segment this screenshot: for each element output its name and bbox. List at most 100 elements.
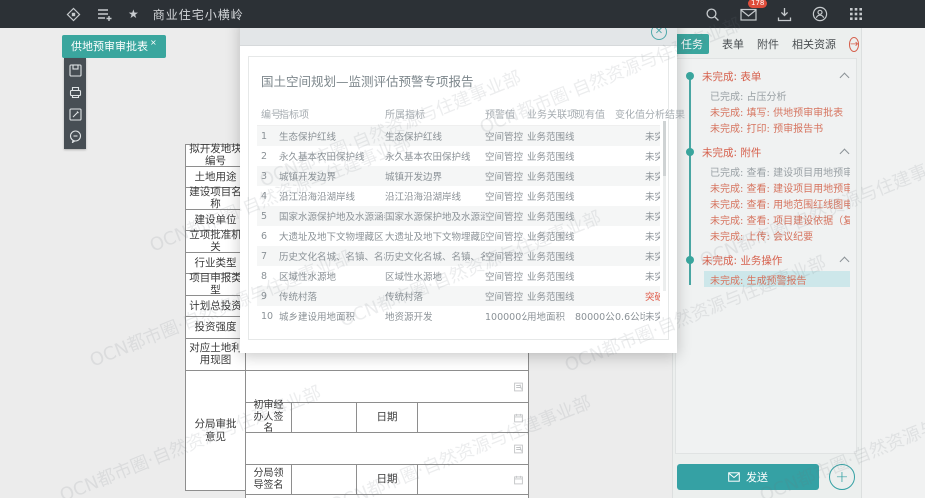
task-group-header[interactable]: 未完成: 附件 — [702, 145, 848, 159]
form-label-cell: 土地用途 — [185, 166, 246, 189]
apps-grid-icon[interactable] — [847, 5, 865, 23]
task-group-title: 未完成: 表单 — [702, 69, 761, 84]
task-item[interactable]: 未完成: 查看: 建设项目用地预审申请报... — [710, 179, 850, 195]
table-row[interactable]: 5国家水源保护地及水源涵养区国家水源保护地及水源涵养区空间管控业务范围线未突破 — [257, 206, 660, 226]
table-cell: 5 — [257, 211, 279, 222]
form-opinion-cell[interactable] — [245, 432, 529, 465]
favorite-star-icon[interactable]: ★ — [128, 7, 139, 21]
search-icon[interactable] — [703, 5, 721, 23]
app-window: ★ 商业住宅小横岭 178 — [0, 0, 925, 498]
task-item[interactable]: 未完成: 打印: 预审报告书 — [710, 119, 850, 135]
table-cell: 空间管控 — [485, 249, 527, 263]
task-item[interactable]: 未完成: 查看: 用地范围红线图电子光盘 — [710, 195, 850, 211]
table-cell: 城镇开发边界 — [385, 169, 485, 183]
task-item-label: 未完成: 打印: 预审报告书 — [710, 120, 823, 135]
form-label-cell: 投资强度 — [185, 316, 246, 339]
edit-icon[interactable] — [68, 107, 83, 122]
table-cell: 空间管控 — [485, 269, 527, 283]
task-item[interactable]: 未完成: 生成预警报告 — [704, 271, 850, 287]
form-label-cell: 对应土地利用现图 — [185, 338, 246, 371]
table-cell: 4 — [257, 191, 279, 202]
task-item[interactable]: 未完成: 填写: 供地预审审批表 — [710, 103, 850, 119]
tab-item[interactable]: 表单 — [722, 36, 744, 52]
app-logo-icon[interactable] — [64, 5, 82, 23]
task-panel: 任务表单附件相关资源 → 未完成: 表单已完成: 占压分析未完成: 填写: 供地预… — [672, 28, 862, 498]
table-cell: 未突破 — [645, 149, 660, 163]
table-row[interactable]: 2永久基本农田保护线永久基本农田保护线空间管控业务范围线未突破 — [257, 146, 660, 166]
table-row[interactable]: 1生态保护红线生态保护红线空间管控业务范围线未突破 — [257, 126, 660, 146]
table-row[interactable]: 4沿江沿海沿湖岸线沿江沿海沿湖岸线空间管控业务范围线未突破 — [257, 186, 660, 206]
collapse-chevron-icon[interactable] — [840, 73, 850, 83]
collapse-chevron-icon[interactable] — [840, 257, 850, 267]
form-sign-input[interactable] — [291, 402, 357, 433]
table-row[interactable]: 3城镇开发边界城镇开发边界空间管控业务范围线未突破 — [257, 166, 660, 186]
table-cell: 100000公顷 — [485, 309, 527, 323]
table-cell: 未突破 — [645, 189, 660, 203]
form-section-label: 分局审批意见 — [185, 370, 246, 491]
task-item[interactable]: 已完成: 占压分析 — [710, 87, 850, 103]
form-label-cell: 项目申报类型 — [185, 273, 246, 296]
report-col-header: 指标项 — [279, 106, 385, 121]
tab-tasks-active[interactable]: 任务 — [675, 34, 709, 54]
table-cell: 业务范围线 — [527, 169, 575, 183]
table-row[interactable]: 9传统村落传统村落空间管控业务范围线突破 — [257, 286, 660, 306]
report-col-header: 现有值 — [575, 106, 615, 121]
form-label-cell: 立项批准机关 — [185, 230, 246, 253]
table-row[interactable]: 6大遗址及地下文物埋藏区大遗址及地下文物埋藏区空间管控业务范围线未突破 — [257, 226, 660, 246]
table-row[interactable]: 10城乡建设用地面积地资源开发100000公顷用地面积80000公顷0.6公顷未… — [257, 306, 660, 326]
task-item[interactable]: 未完成: 上传: 会议纪要 — [710, 227, 850, 243]
report-title: 国土空间规划—监测评估预警专项报告 — [261, 71, 660, 90]
table-cell: 2 — [257, 151, 279, 162]
form-sign-input[interactable] — [291, 464, 357, 495]
task-item[interactable]: 未完成: 查看: 项目建设依据（复印件） — [710, 211, 850, 227]
table-cell: 业务范围线 — [527, 289, 575, 303]
table-cell: 生态保护红线 — [279, 129, 385, 143]
comment-icon[interactable] — [68, 129, 83, 144]
table-cell: 沿江沿海沿湖岸线 — [279, 189, 385, 203]
add-button[interactable]: + — [829, 464, 855, 490]
form-label-cell: 建设项目名称 — [185, 187, 246, 210]
form-label-cell: 建设单位 — [185, 209, 246, 232]
form-opinion-cell[interactable] — [245, 494, 529, 498]
table-row[interactable]: 7历史文化名城、名镇、名村历史文化名城、名镇、名村空间管控业务范围线未突破 — [257, 246, 660, 266]
download-icon[interactable] — [775, 5, 793, 23]
menu-add-icon[interactable] — [96, 5, 114, 23]
table-cell: 地资源开发 — [385, 309, 485, 323]
table-cell: 空间管控 — [485, 129, 527, 143]
tab-supply-preapproval-form[interactable]: 供地预审审批表× — [62, 35, 166, 58]
table-cell: 未突破 — [645, 269, 660, 283]
user-icon[interactable] — [811, 5, 829, 23]
form-date-label: 日期 — [356, 464, 418, 495]
table-cell: 空间管控 — [485, 289, 527, 303]
task-group-header[interactable]: 未完成: 表单 — [702, 69, 848, 83]
task-item[interactable]: 已完成: 查看: 建设项目用地预审申请表... — [710, 163, 850, 179]
table-cell: 生态保护红线 — [385, 129, 485, 143]
task-item-label: 未完成: 查看: 建设项目用地预审申请报... — [710, 180, 850, 195]
table-scrollbar[interactable] — [663, 121, 666, 291]
forward-arrow-icon[interactable]: → — [849, 37, 859, 52]
collapse-chevron-icon[interactable] — [840, 149, 850, 159]
table-cell: 城乡建设用地面积 — [279, 309, 385, 323]
send-label: 发送 — [746, 469, 768, 485]
form-label-cell: 行业类型 — [185, 252, 246, 275]
panel-tabs: 任务表单附件相关资源 → — [673, 28, 861, 54]
navbar-right: 178 — [703, 5, 925, 23]
tab-label: 供地预审审批表 — [71, 40, 148, 53]
tab-item[interactable]: 相关资源 — [792, 36, 836, 52]
form-date-input[interactable] — [417, 402, 529, 433]
form-opinion-cell[interactable] — [245, 370, 529, 403]
send-button[interactable]: 发送 — [677, 464, 819, 490]
mail-icon[interactable]: 178 — [739, 5, 757, 23]
tab-close-icon[interactable]: × — [150, 38, 157, 47]
table-cell: 未突破 — [645, 169, 660, 183]
tab-item[interactable]: 附件 — [757, 36, 779, 52]
task-group-header[interactable]: 未完成: 业务操作 — [702, 253, 848, 267]
form-date-input[interactable] — [417, 464, 529, 495]
group-bullet-icon — [686, 72, 694, 80]
report-col-header: 业务关联项 — [527, 106, 575, 121]
table-cell: 8 — [257, 271, 279, 282]
print-icon[interactable] — [68, 85, 83, 100]
panel-footer: 发送 + — [673, 464, 863, 490]
table-row[interactable]: 8区域性水源地区域性水源地空间管控业务范围线未突破 — [257, 266, 660, 286]
save-icon[interactable] — [68, 63, 83, 78]
